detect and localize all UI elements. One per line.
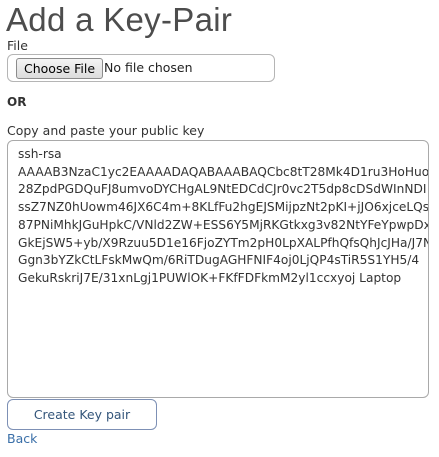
- public-key-textarea[interactable]: ssh-rsa AAAAB3NzaC1yc2EAAAADAQABAAABAQCb…: [7, 140, 429, 398]
- file-input[interactable]: Choose File No file chosen: [7, 54, 275, 82]
- page-title: Add a Key-Pair: [6, 1, 233, 38]
- file-label: File: [7, 38, 28, 53]
- choose-file-button[interactable]: Choose File: [16, 58, 104, 79]
- public-key-label: Copy and paste your public key: [7, 123, 205, 138]
- file-status: No file chosen: [104, 60, 193, 75]
- or-label: OR: [7, 95, 27, 109]
- back-link[interactable]: Back: [7, 431, 37, 446]
- create-key-pair-button[interactable]: Create Key pair: [7, 399, 157, 430]
